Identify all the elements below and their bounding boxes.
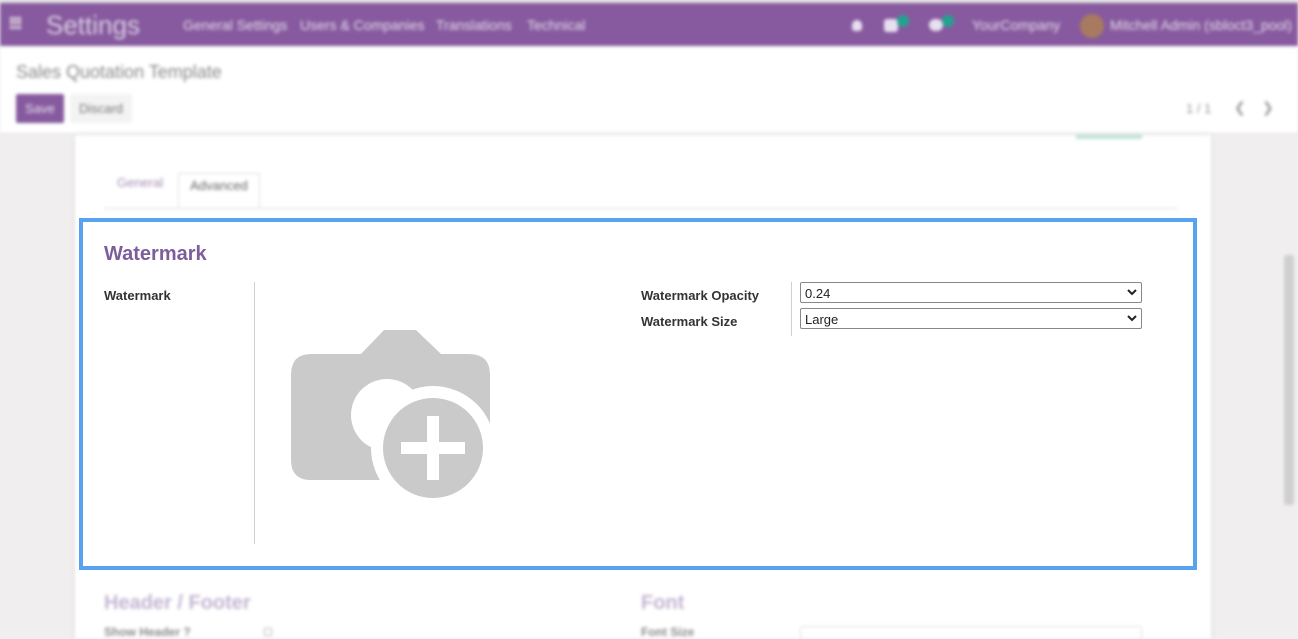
label-divider <box>254 282 255 544</box>
section-title: Watermark <box>104 243 207 265</box>
show-header-checkbox[interactable] <box>264 628 272 636</box>
menu-technical[interactable]: Technical <box>527 17 585 33</box>
camera-add-icon <box>291 330 495 510</box>
user-menu[interactable]: Mitchell Admin (sbloct3_pool) <box>1110 17 1292 33</box>
watermark-image-upload[interactable] <box>291 330 495 510</box>
discard-button[interactable]: Discard <box>70 94 132 123</box>
app-name: Settings <box>46 10 140 40</box>
watermark-size-select[interactable]: Large <box>800 308 1142 329</box>
scrollbar[interactable] <box>1284 255 1294 505</box>
chevron-right-icon[interactable]: ❯ <box>1262 99 1274 116</box>
status-ribbon <box>1076 135 1142 139</box>
chevron-down-icon <box>1127 315 1137 322</box>
header-footer-title: Header / Footer <box>104 592 251 614</box>
menu-general-settings[interactable]: General Settings <box>183 17 287 33</box>
activity-badge <box>897 15 909 27</box>
company-switcher[interactable]: YourCompany <box>972 17 1060 33</box>
watermark-image-label: Watermark <box>104 288 171 303</box>
pager-value: 1 / 1 <box>1186 101 1212 116</box>
watermark-opacity-value: 0.24 <box>805 286 831 301</box>
avatar[interactable] <box>1080 14 1104 38</box>
bug-icon[interactable] <box>852 20 862 31</box>
watermark-size-label: Watermark Size <box>641 314 738 329</box>
apps-menu-icon[interactable] <box>10 17 22 29</box>
font-size-label: Font Size <box>641 625 695 639</box>
tabs-divider <box>104 208 1178 209</box>
tab-advanced[interactable]: Advanced <box>178 173 260 209</box>
breadcrumb: Sales Quotation Template <box>16 62 222 82</box>
chat-icon[interactable] <box>929 19 943 31</box>
top-navbar: Settings General Settings Users & Compan… <box>0 0 1298 46</box>
control-panel: Sales Quotation Template Save Discard 1 … <box>0 46 1298 134</box>
font-size-select[interactable] <box>800 626 1142 639</box>
chevron-down-icon <box>1127 289 1137 296</box>
chat-badge <box>942 15 954 27</box>
menu-users-companies[interactable]: Users & Companies <box>300 17 425 33</box>
chevron-left-icon[interactable]: ❮ <box>1234 99 1246 116</box>
tab-general[interactable]: General <box>117 175 163 190</box>
watermark-section: Watermark Watermark Watermark Opacity Wa… <box>79 218 1197 570</box>
watermark-opacity-select[interactable]: 0.24 <box>800 282 1142 303</box>
font-title: Font <box>641 592 685 614</box>
show-header-label: Show Header ? <box>104 625 191 639</box>
menu-translations[interactable]: Translations <box>436 17 512 33</box>
watermark-size-value: Large <box>805 312 839 327</box>
activity-icon[interactable] <box>884 19 898 32</box>
field-divider <box>791 282 792 336</box>
save-button[interactable]: Save <box>16 94 64 123</box>
watermark-opacity-label: Watermark Opacity <box>641 288 760 303</box>
